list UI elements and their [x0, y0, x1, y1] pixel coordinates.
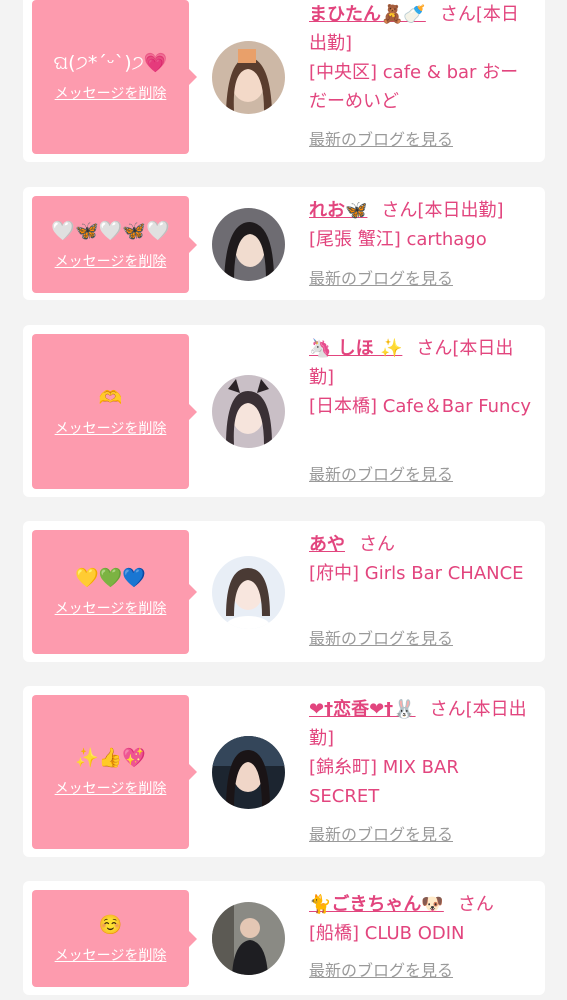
girl-portrait-icon: [212, 556, 285, 629]
sender-line: れお🦋 さん[本日出勤]: [309, 196, 534, 225]
latest-blog-link[interactable]: 最新のブログを見る: [309, 268, 453, 290]
message-card: ✨👍💖 メッセージを削除 ❤︎†恋香❤︎†🐰 さん[本日出勤] [錦糸町] MIX…: [23, 686, 545, 857]
delete-message-link[interactable]: メッセージを削除: [55, 780, 167, 798]
sender-name-link[interactable]: あや: [309, 534, 345, 555]
sender-name-link[interactable]: まひたん🧸🍼: [309, 4, 426, 25]
delete-message-link[interactable]: メッセージを削除: [55, 947, 167, 965]
latest-blog-link[interactable]: 最新のブログを見る: [309, 960, 453, 982]
avatar[interactable]: [212, 902, 285, 975]
message-card: 🤍🦋🤍🦋🤍 メッセージを削除 れお🦋 さん[本日出勤] [尾張 蟹江] carth…: [23, 187, 545, 300]
honorific: さん: [457, 894, 494, 915]
honorific: さん: [416, 338, 453, 359]
honorific: さん: [429, 699, 466, 720]
message-bubble: 🫶 メッセージを削除: [32, 334, 197, 489]
message-card: 💛💚💙 メッセージを削除 あや さん [府中] Girls Bar CHANCE …: [23, 521, 545, 662]
delete-message-link[interactable]: メッセージを削除: [55, 420, 167, 438]
delete-message-link[interactable]: メッセージを削除: [55, 253, 167, 271]
latest-blog-link[interactable]: 最新のブログを見る: [309, 129, 453, 151]
avatar[interactable]: [212, 375, 285, 448]
message-text: ଘ(੭*ˊᵕˋ)੭💗: [53, 52, 168, 74]
venue: [錦糸町] MIX BAR SECRET: [309, 757, 459, 807]
venue: [日本橋] Cafe＆Bar Funcy: [309, 396, 532, 417]
sender-info: まひたん🧸🍼 さん[本日出勤] [中央区] cafe & bar おーだーめいど: [309, 0, 534, 116]
girl-portrait-icon: [212, 208, 285, 281]
message-text: ✨👍💖: [75, 747, 146, 769]
message-bubble: ☺️ メッセージを削除: [32, 890, 197, 987]
sender-name-link[interactable]: 🐈ごきちゃん🐶: [309, 894, 444, 915]
message-card: ☺️ メッセージを削除 🐈ごきちゃん🐶 さん [船橋] CLUB ODIN 最新の…: [23, 881, 545, 995]
sender-line: あや さん: [309, 530, 534, 559]
delete-message-link[interactable]: メッセージを削除: [55, 600, 167, 618]
message-text: 💛💚💙: [75, 567, 146, 589]
honorific: さん: [381, 200, 418, 221]
sender-name-link[interactable]: 🦄 しほ ✨: [309, 338, 402, 359]
avatar[interactable]: [212, 208, 285, 281]
sender-name-link[interactable]: ❤︎†恋香❤︎†🐰: [309, 699, 416, 720]
person-portrait-icon: [212, 902, 285, 975]
sender-info: れお🦋 さん[本日出勤] [尾張 蟹江] carthago: [309, 196, 534, 254]
sender-line: ❤︎†恋香❤︎†🐰 さん[本日出勤]: [309, 695, 534, 753]
avatar[interactable]: [212, 556, 285, 629]
message-list: ଘ(੭*ˊᵕˋ)੭💗 メッセージを削除 まひたん🧸🍼 さん[本日出勤] [中央区]…: [0, 0, 567, 1000]
girl-portrait-icon: [212, 41, 285, 114]
message-bubble: 🤍🦋🤍🦋🤍 メッセージを削除: [32, 196, 197, 293]
sender-info: あや さん [府中] Girls Bar CHANCE: [309, 530, 534, 588]
girl-portrait-icon: [212, 375, 285, 448]
venue: [尾張 蟹江] carthago: [309, 229, 487, 250]
message-card: 🫶 メッセージを削除 🦄 しほ ✨ さん[本日出勤] [日本橋] Cafe＆Bar…: [23, 325, 545, 497]
latest-blog-link[interactable]: 最新のブログを見る: [309, 824, 453, 846]
avatar[interactable]: [212, 41, 285, 114]
message-bubble: ଘ(੭*ˊᵕˋ)੭💗 メッセージを削除: [32, 0, 197, 154]
venue: [府中] Girls Bar CHANCE: [309, 563, 524, 584]
honorific: さん: [439, 4, 476, 25]
avatar[interactable]: [212, 736, 285, 809]
venue: [中央区] cafe & bar おーだーめいど: [309, 62, 519, 112]
message-card: ଘ(੭*ˊᵕˋ)੭💗 メッセージを削除 まひたん🧸🍼 さん[本日出勤] [中央区]…: [23, 0, 545, 162]
sender-info: 🐈ごきちゃん🐶 さん [船橋] CLUB ODIN: [309, 890, 534, 948]
sender-line: 🦄 しほ ✨ さん[本日出勤]: [309, 334, 534, 392]
delete-message-link[interactable]: メッセージを削除: [55, 85, 167, 103]
message-text: 🤍🦋🤍🦋🤍: [51, 219, 170, 242]
latest-blog-link[interactable]: 最新のブログを見る: [309, 464, 453, 486]
venue: [船橋] CLUB ODIN: [309, 923, 465, 944]
message-text: 🫶: [98, 386, 123, 409]
message-bubble: 💛💚💙 メッセージを削除: [32, 530, 197, 654]
work-status: [本日出勤]: [417, 200, 504, 221]
sender-info: ❤︎†恋香❤︎†🐰 さん[本日出勤] [錦糸町] MIX BAR SECRET: [309, 695, 534, 811]
sender-line: 🐈ごきちゃん🐶 さん: [309, 890, 534, 919]
sender-line: まひたん🧸🍼 さん[本日出勤]: [309, 0, 534, 58]
message-bubble: ✨👍💖 メッセージを削除: [32, 695, 197, 849]
message-text: ☺️: [98, 913, 123, 936]
sender-info: 🦄 しほ ✨ さん[本日出勤] [日本橋] Cafe＆Bar Funcy: [309, 334, 534, 421]
honorific: さん: [359, 534, 395, 555]
sender-name-link[interactable]: れお🦋: [309, 200, 367, 221]
girl-portrait-icon: [212, 736, 285, 809]
latest-blog-link[interactable]: 最新のブログを見る: [309, 628, 453, 650]
